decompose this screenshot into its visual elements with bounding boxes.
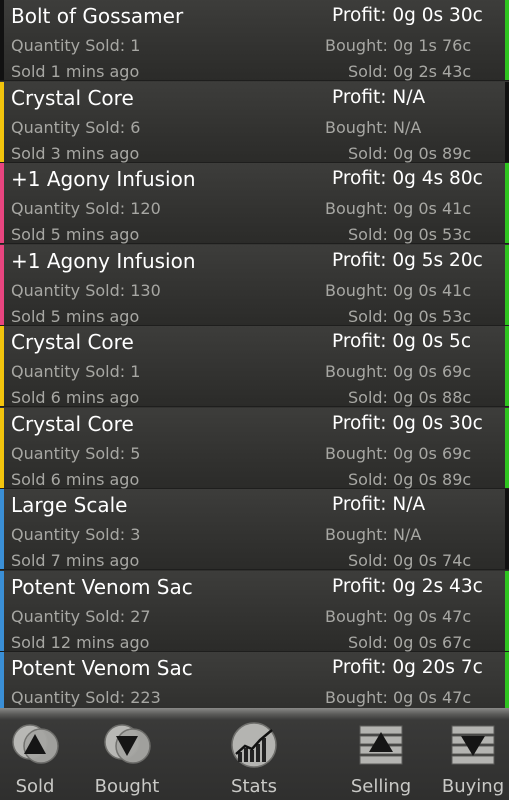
quantity-sold: Quantity Sold: 1	[11, 362, 141, 381]
list-item[interactable]: +1 Agony Infusion Quantity Sold: 130 Sold …	[0, 245, 509, 326]
item-name: Crystal Core	[11, 86, 134, 110]
stats-icon	[227, 722, 281, 774]
profit-value: Profit: 0g 4s 80c	[332, 168, 483, 189]
quantity-sold: Quantity Sold: 6	[11, 118, 141, 137]
profit-value: Profit: N/A	[332, 87, 426, 108]
tab-stats[interactable]: Stats	[214, 708, 294, 800]
list-item[interactable]: Crystal Core Quantity Sold: 1 Sold 6 mins …	[0, 326, 509, 407]
sold-price: Sold: 0g 2s 43c	[348, 62, 472, 81]
item-name: Potent Venom Sac	[11, 656, 193, 680]
item-name: +1 Agony Infusion	[11, 167, 196, 191]
tab-sold-label: Sold	[15, 776, 55, 797]
quantity-sold: Quantity Sold: 3	[11, 525, 141, 544]
tab-bought[interactable]: Bought	[88, 708, 166, 800]
sold-time-ago: Sold 5 mins ago	[11, 307, 140, 326]
profit-status-bar	[505, 571, 509, 651]
item-name: Crystal Core	[11, 330, 134, 354]
profit-value: Profit: 0g 0s 30c	[332, 5, 483, 26]
bought-price: Bought: N/A	[325, 525, 422, 544]
category-color-bar	[0, 408, 4, 488]
category-color-bar	[0, 571, 4, 651]
sold-time-ago: Sold 12 mins ago	[11, 633, 150, 652]
quantity-sold: Quantity Sold: 1	[11, 36, 141, 55]
bought-price: Bought: 0g 0s 69c	[325, 444, 472, 463]
item-name: Potent Venom Sac	[11, 575, 193, 599]
bottom-tab-bar: Sold Bought Stats Selling Buying	[0, 708, 509, 800]
category-color-bar	[0, 652, 4, 708]
list-item[interactable]: Potent Venom Sac Quantity Sold: 27 Sold 12…	[0, 571, 509, 652]
item-name: Crystal Core	[11, 412, 134, 436]
sold-time-ago: Sold 1 mins ago	[11, 62, 140, 81]
bought-price: Bought: 0g 0s 47c	[325, 688, 472, 707]
category-color-bar	[0, 326, 4, 406]
tab-buying[interactable]: Buying	[438, 708, 508, 800]
profit-value: Profit: 0g 2s 43c	[332, 576, 483, 597]
category-color-bar	[0, 82, 4, 162]
profit-status-bar	[505, 163, 509, 243]
quantity-sold: Quantity Sold: 223	[11, 688, 161, 707]
tab-stats-label: Stats	[231, 776, 277, 797]
sold-price: Sold: 0g 0s 89c	[348, 144, 472, 163]
item-name: Large Scale	[11, 493, 128, 517]
sold-time-ago: Sold 6 mins ago	[11, 470, 140, 489]
sold-time-ago: Sold 6 mins ago	[11, 388, 140, 407]
profit-status-bar	[505, 326, 509, 406]
bought-price: Bought: 0g 0s 41c	[325, 199, 472, 218]
sold-time-ago: Sold 7 mins ago	[11, 551, 140, 570]
tab-sold[interactable]: Sold	[0, 708, 70, 800]
sold-icon	[8, 722, 62, 772]
profit-status-bar	[505, 408, 509, 488]
quantity-sold: Quantity Sold: 120	[11, 199, 161, 218]
list-item[interactable]: Potent Venom Sac Quantity Sold: 223 Profit…	[0, 652, 509, 708]
sold-time-ago: Sold 5 mins ago	[11, 225, 140, 244]
profit-value: Profit: N/A	[332, 494, 426, 515]
profit-value: Profit: 0g 20s 7c	[332, 657, 483, 678]
list-item[interactable]: Crystal Core Quantity Sold: 6 Sold 3 mins …	[0, 82, 509, 163]
profit-value: Profit: 0g 0s 30c	[332, 413, 483, 434]
quantity-sold: Quantity Sold: 5	[11, 444, 141, 463]
profit-status-bar	[505, 652, 509, 708]
bought-price: Bought: 0g 0s 69c	[325, 362, 472, 381]
profit-status-bar	[505, 82, 509, 162]
tab-selling[interactable]: Selling	[340, 708, 422, 800]
list-item[interactable]: Crystal Core Quantity Sold: 5 Sold 6 mins …	[0, 408, 509, 489]
category-color-bar	[0, 0, 4, 80]
profit-status-bar	[505, 0, 509, 80]
bought-price: Bought: N/A	[325, 118, 422, 137]
quantity-sold: Quantity Sold: 130	[11, 281, 161, 300]
tab-buying-label: Buying	[441, 776, 505, 797]
category-color-bar	[0, 489, 4, 569]
tab-bought-label: Bought	[94, 776, 160, 797]
bought-price: Bought: 0g 1s 76c	[325, 36, 472, 55]
sold-time-ago: Sold 3 mins ago	[11, 144, 140, 163]
selling-icon	[356, 722, 406, 772]
category-color-bar	[0, 163, 4, 243]
profit-value: Profit: 0g 0s 5c	[332, 331, 471, 352]
bought-icon	[100, 722, 154, 772]
transaction-list[interactable]: Bolt of Gossamer Quantity Sold: 1 Sold 1 m…	[0, 0, 509, 708]
buying-icon	[448, 722, 498, 772]
sold-price: Sold: 0g 0s 88c	[348, 388, 472, 407]
item-name: Bolt of Gossamer	[11, 4, 184, 28]
profit-status-bar	[505, 245, 509, 325]
bought-price: Bought: 0g 0s 47c	[325, 607, 472, 626]
sold-price: Sold: 0g 0s 53c	[348, 307, 472, 326]
list-item[interactable]: Large Scale Quantity Sold: 3 Sold 7 mins a…	[0, 489, 509, 570]
category-color-bar	[0, 245, 4, 325]
quantity-sold: Quantity Sold: 27	[11, 607, 151, 626]
sold-price: Sold: 0g 0s 74c	[348, 551, 472, 570]
tab-selling-label: Selling	[350, 776, 412, 797]
sold-price: Sold: 0g 0s 89c	[348, 470, 472, 489]
sold-price: Sold: 0g 0s 53c	[348, 225, 472, 244]
profit-value: Profit: 0g 5s 20c	[332, 250, 483, 271]
bought-price: Bought: 0g 0s 41c	[325, 281, 472, 300]
list-item[interactable]: Bolt of Gossamer Quantity Sold: 1 Sold 1 m…	[0, 0, 509, 81]
list-item[interactable]: +1 Agony Infusion Quantity Sold: 120 Sold …	[0, 163, 509, 244]
item-name: +1 Agony Infusion	[11, 249, 196, 273]
sold-price: Sold: 0g 0s 67c	[348, 633, 472, 652]
profit-status-bar	[505, 489, 509, 569]
